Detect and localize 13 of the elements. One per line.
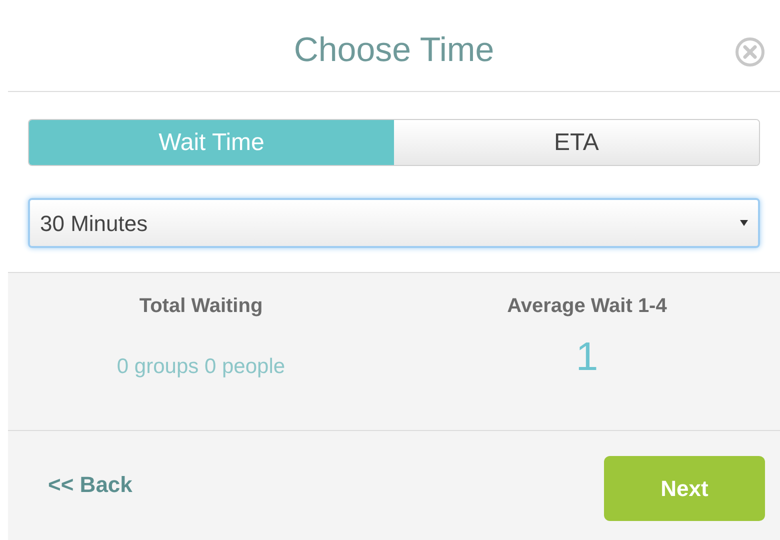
time-select[interactable]: 30 Minutes — [28, 198, 760, 248]
tab[interactable]: ETA — [394, 120, 759, 165]
next-button[interactable]: Next — [604, 456, 765, 521]
stat-value: 0 groups 0 people — [116, 354, 286, 380]
dialog-title: Choose Time — [294, 30, 494, 71]
tab[interactable]: Wait Time — [29, 120, 394, 165]
stat-label: Total Waiting — [139, 294, 263, 319]
dropdown-caret-icon — [740, 220, 748, 226]
select-value: 30 Minutes — [40, 210, 148, 238]
close-icon[interactable] — [734, 36, 766, 68]
stat-value: 1 — [576, 337, 598, 377]
stat-label: Average Wait 1-4 — [507, 294, 667, 319]
back-link[interactable]: << Back — [48, 468, 132, 501]
